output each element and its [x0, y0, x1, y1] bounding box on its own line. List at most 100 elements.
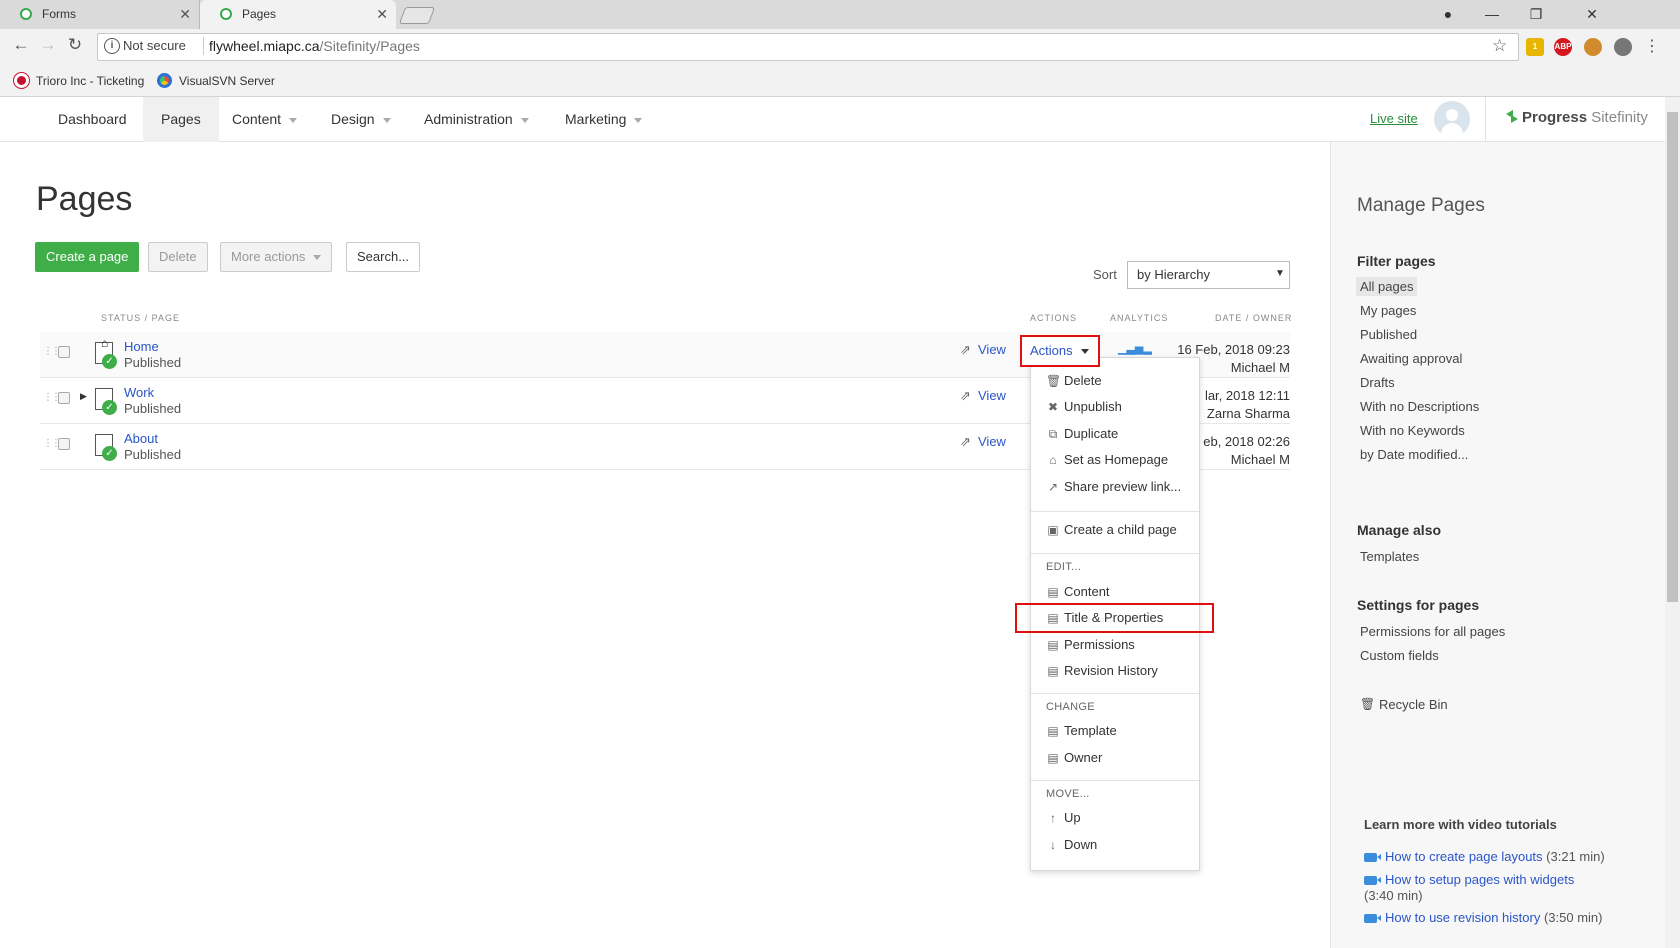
- video-camera-icon: [1364, 914, 1381, 924]
- menu-item-up[interactable]: ↑ Up: [1046, 810, 1081, 825]
- filter-awaiting-approval[interactable]: Awaiting approval: [1360, 351, 1462, 366]
- filter-published[interactable]: Published: [1360, 327, 1417, 342]
- filter-date-modified[interactable]: by Date modified...: [1360, 447, 1468, 462]
- menu-item-down[interactable]: ↓ Down: [1046, 837, 1097, 852]
- filter-drafts[interactable]: Drafts: [1360, 375, 1395, 390]
- filter-all-pages[interactable]: All pages: [1356, 277, 1418, 296]
- filter-my-pages[interactable]: My pages: [1360, 303, 1416, 318]
- extension-notes-icon[interactable]: 1: [1526, 38, 1544, 56]
- actions-label: Actions: [1030, 343, 1073, 358]
- analytics-bar-icon[interactable]: ▁▃▅▂: [1118, 342, 1152, 355]
- nav-pages[interactable]: Pages: [143, 97, 219, 142]
- back-icon[interactable]: ←: [11, 35, 31, 55]
- trash-icon: 🗑: [1360, 697, 1376, 711]
- menu-item-permissions[interactable]: ▤ Permissions: [1046, 637, 1134, 652]
- create-page-button[interactable]: Create a page: [35, 242, 140, 272]
- row-checkbox[interactable]: [58, 392, 70, 404]
- new-tab-button[interactable]: [398, 7, 436, 24]
- close-window-button[interactable]: ✕: [1570, 0, 1614, 28]
- tab-close-icon[interactable]: ✕: [376, 0, 388, 29]
- permissions-all-pages-link[interactable]: Permissions for all pages: [1360, 624, 1505, 639]
- tab-close-icon[interactable]: ✕: [179, 0, 191, 29]
- filter-no-keywords[interactable]: With no Keywords: [1360, 423, 1465, 438]
- live-site-link[interactable]: Live site: [1370, 111, 1418, 126]
- info-icon[interactable]: i: [104, 38, 120, 54]
- menu-item-set-homepage[interactable]: ⌂ Set as Homepage: [1046, 452, 1168, 467]
- page-name-link[interactable]: Work: [124, 385, 154, 400]
- scrollbar-thumb[interactable]: [1667, 112, 1678, 602]
- chevron-down-icon: [289, 117, 298, 123]
- header-divider: [1485, 97, 1486, 142]
- progress-logo-icon: [1506, 110, 1518, 123]
- expand-arrow-icon[interactable]: ▶: [80, 391, 87, 402]
- adblock-icon[interactable]: ABP: [1554, 38, 1572, 56]
- drag-handle-icon[interactable]: ⋮⋮: [43, 392, 61, 403]
- drag-handle-icon[interactable]: ⋮⋮: [43, 438, 61, 449]
- menu-item-share-preview[interactable]: ↗ Share preview link...: [1046, 479, 1181, 494]
- templates-link[interactable]: Templates: [1360, 549, 1419, 564]
- delete-button[interactable]: Delete: [148, 242, 208, 272]
- profile-icon[interactable]: ●: [1426, 0, 1470, 28]
- external-link-icon[interactable]: ⇗: [960, 342, 971, 358]
- menu-item-duplicate[interactable]: ⧉ Duplicate: [1046, 426, 1119, 442]
- extension-circle-icon[interactable]: [1614, 38, 1632, 56]
- video-title[interactable]: How to setup pages with widgets: [1385, 872, 1574, 887]
- video-title[interactable]: How to use revision history: [1385, 910, 1540, 925]
- bookmark-visualsvn[interactable]: VisualSVN Server: [179, 74, 275, 88]
- menu-item-owner[interactable]: ▤ Owner: [1046, 750, 1102, 765]
- menu-item-template[interactable]: ▤ Template: [1046, 723, 1116, 738]
- bookmark-trioro[interactable]: Trioro Inc - Ticketing: [36, 74, 144, 88]
- menu-item-content[interactable]: ▤ Content: [1046, 584, 1109, 599]
- minimize-button[interactable]: —: [1470, 0, 1514, 28]
- search-button[interactable]: Search...: [346, 242, 421, 272]
- video-item[interactable]: How to create page layouts (3:21 min): [1364, 849, 1605, 864]
- nav-marketing[interactable]: Marketing: [547, 97, 660, 142]
- video-title[interactable]: How to create page layouts: [1385, 849, 1543, 864]
- chevron-down-icon: [1080, 349, 1089, 355]
- custom-fields-link[interactable]: Custom fields: [1360, 648, 1439, 663]
- bookmark-star-icon[interactable]: ☆: [1492, 36, 1507, 56]
- tab-pages[interactable]: Pages ✕: [200, 0, 396, 29]
- menu-label: Up: [1064, 810, 1081, 825]
- more-actions-button[interactable]: More actions: [220, 242, 333, 272]
- menu-item-delete[interactable]: 🗑 Delete: [1046, 373, 1102, 388]
- sitefinity-logo: Progress Sitefinity: [1522, 109, 1648, 126]
- browser-menu-icon[interactable]: ⋮: [1644, 36, 1660, 56]
- nav-administration[interactable]: Administration: [406, 97, 547, 142]
- forward-icon[interactable]: →: [38, 35, 58, 55]
- filter-no-descriptions[interactable]: With no Descriptions: [1360, 399, 1479, 414]
- recycle-bin-link[interactable]: Recycle Bin: [1379, 697, 1448, 712]
- page-name-link[interactable]: Home: [124, 339, 159, 354]
- view-link[interactable]: View: [978, 434, 1006, 449]
- reload-icon[interactable]: ↻: [65, 35, 85, 55]
- nav-dashboard[interactable]: Dashboard: [40, 97, 145, 142]
- menu-item-create-child[interactable]: ▣ Create a child page: [1046, 522, 1176, 537]
- restore-button[interactable]: ❐: [1514, 0, 1558, 28]
- video-item[interactable]: How to setup pages with widgets: [1364, 872, 1574, 887]
- page-name-link[interactable]: About: [124, 431, 158, 446]
- external-link-icon[interactable]: ⇗: [960, 388, 971, 404]
- menu-section-edit: EDIT...: [1046, 561, 1082, 573]
- view-link[interactable]: View: [978, 342, 1006, 357]
- nav-design[interactable]: Design: [313, 97, 409, 142]
- chevron-down-icon: [520, 117, 529, 123]
- view-link[interactable]: View: [978, 388, 1006, 403]
- row-checkbox[interactable]: [58, 346, 70, 358]
- visualsvn-favicon-icon: [157, 73, 172, 88]
- nav-content[interactable]: Content: [214, 97, 315, 142]
- menu-section-change: CHANGE: [1046, 701, 1095, 713]
- video-camera-icon: [1364, 853, 1381, 863]
- menu-item-revision-history[interactable]: ▤ Revision History: [1046, 663, 1158, 678]
- row-checkbox[interactable]: [58, 438, 70, 450]
- menu-item-unpublish[interactable]: ✖ Unpublish: [1046, 399, 1122, 414]
- video-item[interactable]: How to use revision history (3:50 min): [1364, 910, 1603, 925]
- url-text[interactable]: flywheel.miapc.ca/Sitefinity/Pages: [209, 38, 420, 54]
- avatar[interactable]: [1434, 101, 1470, 137]
- logo-sitefinity: Sitefinity: [1591, 109, 1648, 126]
- cookie-extension-icon[interactable]: [1584, 38, 1602, 56]
- external-link-icon[interactable]: ⇗: [960, 434, 971, 450]
- tab-forms[interactable]: Forms ✕: [0, 0, 200, 29]
- actions-button[interactable]: Actions: [1020, 335, 1100, 367]
- sort-select[interactable]: by Hierarchy: [1127, 261, 1290, 289]
- drag-handle-icon[interactable]: ⋮⋮: [43, 346, 61, 357]
